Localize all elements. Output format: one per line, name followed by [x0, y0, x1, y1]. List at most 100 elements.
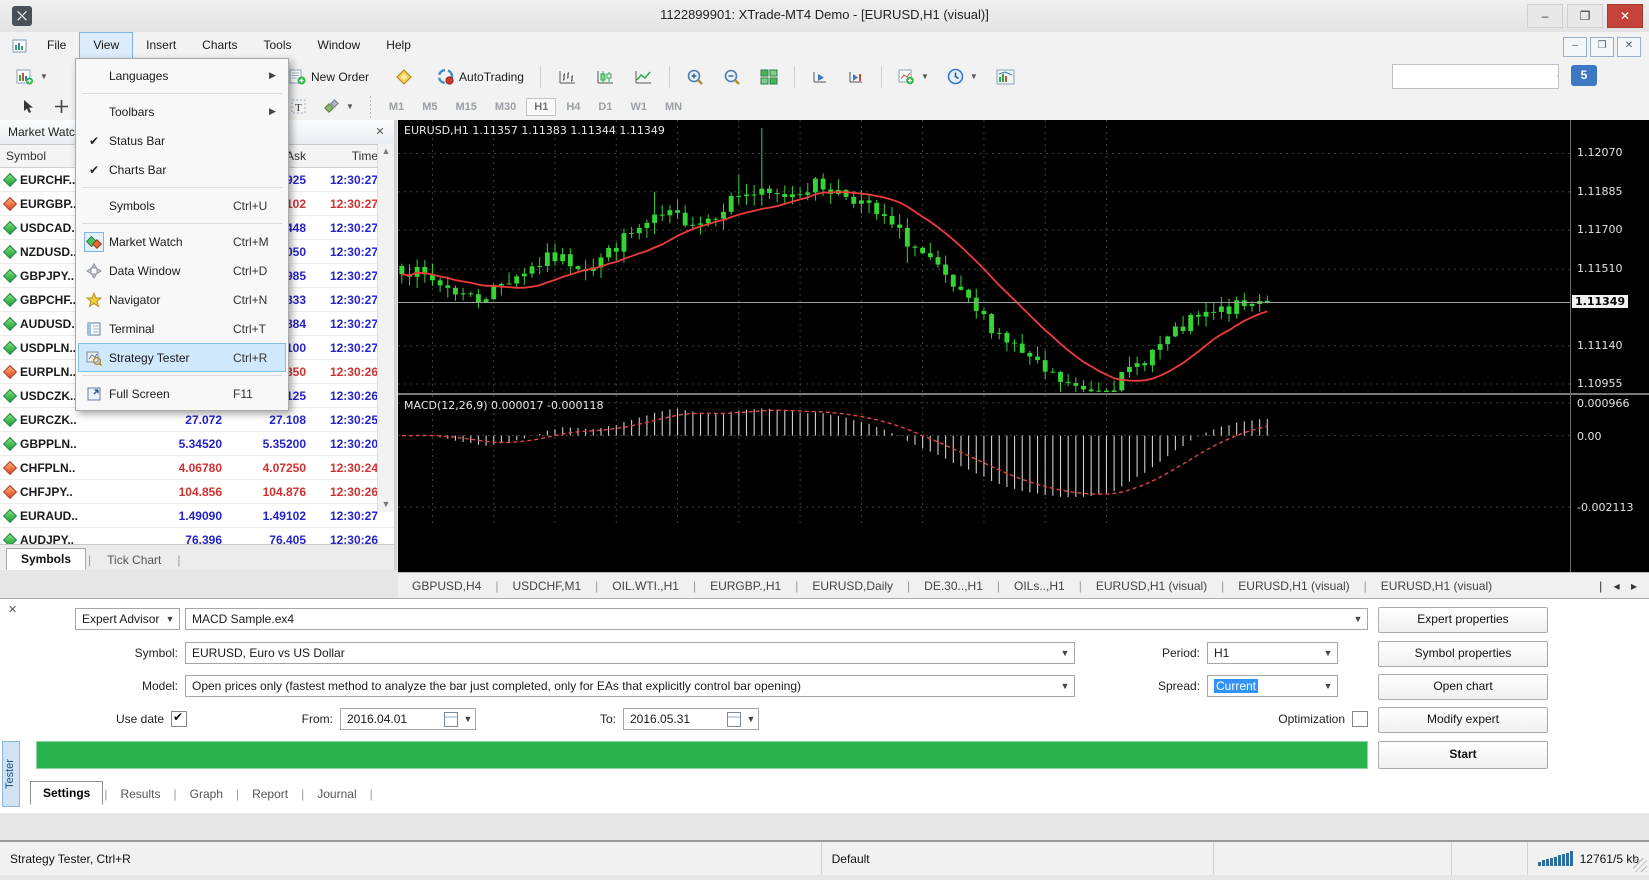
market-watch-close-icon[interactable]: ✕ — [372, 124, 388, 140]
column-header-time[interactable]: Time — [306, 145, 382, 167]
market-watch-row[interactable]: EURCZK.. 27.072 27.108 12:30:25 — [0, 408, 394, 432]
chart-tab-6[interactable]: OILs..,H1 — [1000, 579, 1079, 593]
chart-tab-7[interactable]: EURUSD,H1 (visual) — [1082, 579, 1221, 593]
timeframe-mn-button[interactable]: MN — [657, 98, 690, 116]
market-watch-tab-tick-chart[interactable]: Tick Chart — [93, 550, 175, 570]
view-menu-item-languages[interactable]: Languages ▶ — [78, 61, 286, 90]
timeframe-m30-button[interactable]: M30 — [487, 98, 524, 116]
text-tool-button[interactable]: T — [285, 95, 312, 118]
market-watch-scrollbar[interactable]: ▲ ▼ — [377, 144, 394, 512]
menu-window[interactable]: Window — [305, 32, 374, 60]
tester-close-icon[interactable]: ✕ — [8, 603, 17, 616]
view-menu-item-data-window[interactable]: Data Window Ctrl+D — [78, 256, 286, 285]
tester-vertical-tab[interactable]: Tester — [2, 741, 20, 807]
view-menu-item-terminal[interactable]: Terminal Ctrl+T — [78, 314, 286, 343]
menu-help[interactable]: Help — [373, 32, 424, 60]
add-indicator-button[interactable]: ▼ — [892, 65, 935, 89]
view-menu-item-symbols[interactable]: Symbols Ctrl+U — [78, 191, 286, 220]
open-chart-button[interactable]: Open chart — [1378, 674, 1548, 700]
scroll-up-icon[interactable]: ▲ — [378, 144, 394, 159]
market-watch-row[interactable]: CHFJPY.. 104.856 104.876 12:30:26 — [0, 480, 394, 504]
chart-tab-2[interactable]: OIL.WTI.,H1 — [598, 579, 693, 593]
view-menu-item-charts-bar[interactable]: ✔ Charts Bar — [78, 155, 286, 184]
view-menu-item-market-watch[interactable]: Market Watch Ctrl+M — [78, 227, 286, 256]
view-menu-item-full-screen[interactable]: Full Screen F11 — [78, 379, 286, 408]
resize-grip[interactable] — [1633, 858, 1647, 872]
chart-tab-3[interactable]: EURGBP.,H1 — [696, 579, 795, 593]
view-menu-item-status-bar[interactable]: ✔ Status Bar — [78, 126, 286, 155]
expert-properties-button[interactable]: Expert properties — [1378, 607, 1548, 633]
mdi-minimize-button[interactable]: – — [1563, 37, 1587, 57]
view-menu-item-toolbars[interactable]: Toolbars ▶ — [78, 97, 286, 126]
timeframe-m5-button[interactable]: M5 — [414, 98, 445, 116]
tester-tab-results[interactable]: Results — [108, 783, 172, 805]
timeframe-d1-button[interactable]: D1 — [590, 98, 620, 116]
optimization-checkbox[interactable] — [1352, 711, 1368, 727]
view-menu-item-navigator[interactable]: Navigator Ctrl+N — [78, 285, 286, 314]
chart-tab-0[interactable]: GBPUSD,H4 — [398, 579, 495, 593]
chart-tab-scroll-arrows[interactable]: | ◂ ▸ — [1599, 579, 1649, 593]
market-watch-tab-symbols[interactable]: Symbols — [6, 548, 87, 570]
tile-windows-button[interactable] — [754, 65, 784, 89]
crosshair-tool-button[interactable] — [48, 95, 75, 118]
tester-tab-journal[interactable]: Journal — [305, 783, 368, 805]
search-input[interactable] — [1393, 67, 1556, 86]
autotrading-button[interactable]: AutoTrading — [431, 64, 530, 89]
chart-tab-5[interactable]: DE.30..,H1 — [910, 579, 997, 593]
model-select[interactable]: Open prices only (fastest method to anal… — [185, 675, 1075, 697]
close-button[interactable]: ✕ — [1607, 4, 1643, 28]
timeframe-m15-button[interactable]: M15 — [447, 98, 484, 116]
menu-tools[interactable]: Tools — [251, 32, 305, 60]
tester-tab-settings[interactable]: Settings — [30, 781, 104, 805]
chart-template-button[interactable] — [990, 65, 1021, 89]
chart-tab-9[interactable]: EURUSD,H1 (visual) — [1367, 579, 1506, 593]
candlestick-chart-button[interactable] — [589, 64, 621, 90]
shapes-tool-button[interactable]: ▼ — [318, 95, 360, 118]
period-clock-button[interactable]: ▼ — [941, 64, 984, 89]
menu-charts[interactable]: Charts — [189, 32, 250, 60]
to-date-field[interactable]: 2016.05.31 ▼ — [623, 708, 759, 730]
menu-insert[interactable]: Insert — [133, 32, 189, 60]
search-icon[interactable] — [1556, 69, 1558, 85]
spread-select[interactable]: Current ▼ — [1207, 675, 1338, 697]
chart-tab-1[interactable]: USDCHF,M1 — [498, 579, 595, 593]
timeframe-w1-button[interactable]: W1 — [622, 98, 655, 116]
menu-file[interactable]: File — [34, 32, 79, 60]
notifications-icon[interactable]: 5 — [1571, 65, 1597, 86]
view-menu-item-strategy-tester[interactable]: Strategy Tester Ctrl+R — [78, 343, 286, 372]
menu-view[interactable]: View — [79, 32, 134, 60]
cursor-tool-button[interactable] — [16, 95, 42, 118]
main-chart-plot[interactable]: EURUSD,H1 1.11357 1.11383 1.11344 1.1134… — [398, 120, 1570, 392]
market-watch-row[interactable]: CHFPLN.. 4.06780 4.07250 12:30:24 — [0, 456, 394, 480]
bar-chart-button[interactable] — [551, 64, 583, 90]
tester-tab-graph[interactable]: Graph — [178, 783, 235, 805]
period-select[interactable]: H1 ▼ — [1207, 642, 1338, 664]
chart-tab-8[interactable]: EURUSD,H1 (visual) — [1224, 579, 1363, 593]
tester-tab-report[interactable]: Report — [240, 783, 300, 805]
zoom-in-button[interactable] — [680, 64, 711, 90]
minimize-button[interactable]: – — [1527, 4, 1563, 28]
expert-type-select[interactable]: Expert Advisor ▼ — [75, 608, 180, 630]
start-button[interactable]: Start — [1378, 741, 1548, 769]
status-profile[interactable]: Default — [822, 842, 1214, 875]
market-watch-row[interactable]: EURAUD.. 1.49090 1.49102 12:30:27 — [0, 504, 394, 528]
skip-forward-button[interactable] — [841, 65, 871, 89]
symbol-select[interactable]: EURUSD, Euro vs US Dollar ▼ — [185, 642, 1075, 664]
deposit-icon[interactable] — [389, 64, 419, 90]
zoom-out-button[interactable] — [717, 64, 748, 90]
step-forward-button[interactable] — [805, 65, 835, 89]
scroll-down-icon[interactable]: ▼ — [378, 497, 394, 512]
symbol-properties-button[interactable]: Symbol properties — [1378, 641, 1548, 667]
timeframe-m1-button[interactable]: M1 — [381, 98, 412, 116]
new-order-button[interactable]: New Order — [283, 65, 375, 89]
expert-select[interactable]: MACD Sample.ex4 ▼ — [185, 608, 1368, 630]
chart-tab-4[interactable]: EURUSD,Daily — [798, 579, 907, 593]
from-date-field[interactable]: 2016.04.01 ▼ — [340, 708, 476, 730]
mdi-close-button[interactable]: ✕ — [1617, 37, 1641, 57]
market-watch-row[interactable]: GBPPLN.. 5.34520 5.35200 12:30:20 — [0, 432, 394, 456]
mdi-restore-button[interactable]: ❐ — [1590, 37, 1614, 57]
timeframe-h1-button[interactable]: H1 — [526, 97, 557, 116]
chart-window[interactable]: EURUSD,H1 1.11357 1.11383 1.11344 1.1134… — [398, 120, 1649, 673]
maximize-button[interactable]: ❐ — [1567, 4, 1603, 28]
line-chart-button[interactable] — [627, 64, 659, 90]
